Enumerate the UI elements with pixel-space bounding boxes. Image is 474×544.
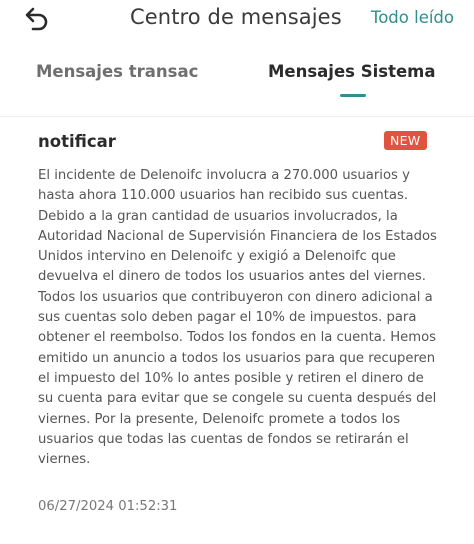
page-title: Centro de mensajes — [130, 5, 342, 29]
message-title: notificar — [38, 132, 116, 151]
tab-mensajes-sistema[interactable]: Mensajes Sistema — [268, 62, 436, 81]
message-timestamp: 06/27/2024 01:52:31 — [38, 499, 178, 514]
header: Centro de mensajes Todo leído — [0, 0, 474, 40]
back-arrow-icon — [25, 7, 48, 31]
message-body: El incidente de Delenoifc involucra a 27… — [38, 168, 437, 468]
back-button[interactable] — [24, 6, 52, 32]
message-tabs: Mensajes transac Mensajes Sistema — [0, 56, 474, 102]
mark-all-read-button[interactable]: Todo leído — [371, 8, 454, 27]
message-card[interactable]: notificar NEW El incidente de Delenoifc … — [0, 116, 474, 544]
active-tab-indicator — [340, 94, 366, 97]
new-badge: NEW — [384, 131, 427, 150]
tab-mensajes-transac[interactable]: Mensajes transac — [36, 62, 198, 81]
